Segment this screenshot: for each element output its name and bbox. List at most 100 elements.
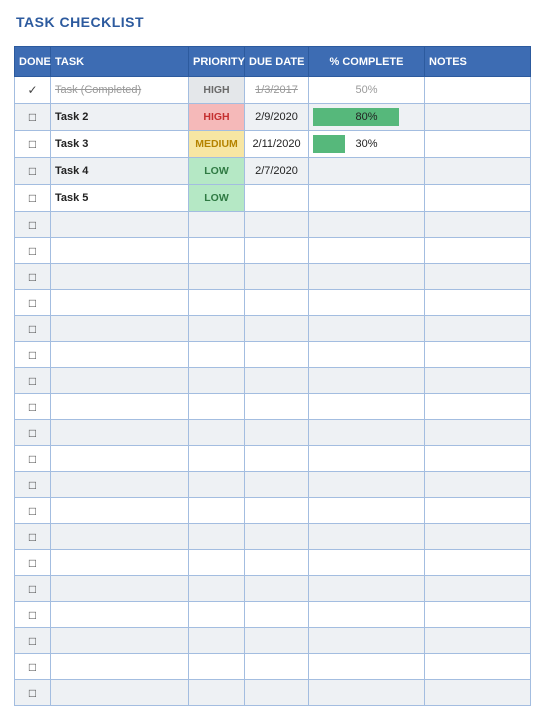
due-date-cell[interactable] (245, 238, 309, 264)
done-checkbox[interactable]: □ (15, 602, 51, 628)
notes-cell[interactable] (425, 131, 531, 158)
done-checkbox[interactable]: □ (15, 131, 51, 158)
priority-cell[interactable]: MEDIUM (189, 131, 245, 158)
due-date-cell[interactable] (245, 472, 309, 498)
percent-complete-cell[interactable] (309, 498, 425, 524)
priority-cell[interactable] (189, 420, 245, 446)
due-date-cell[interactable] (245, 185, 309, 212)
percent-complete-cell[interactable] (309, 264, 425, 290)
notes-cell[interactable] (425, 238, 531, 264)
notes-cell[interactable] (425, 394, 531, 420)
priority-cell[interactable] (189, 290, 245, 316)
due-date-cell[interactable] (245, 316, 309, 342)
done-checkbox[interactable]: □ (15, 316, 51, 342)
percent-complete-cell[interactable] (309, 472, 425, 498)
priority-cell[interactable] (189, 212, 245, 238)
notes-cell[interactable] (425, 654, 531, 680)
done-checkbox[interactable]: □ (15, 158, 51, 185)
due-date-cell[interactable] (245, 602, 309, 628)
notes-cell[interactable] (425, 316, 531, 342)
notes-cell[interactable] (425, 628, 531, 654)
percent-complete-cell[interactable] (309, 290, 425, 316)
percent-complete-cell[interactable] (309, 576, 425, 602)
priority-cell[interactable] (189, 238, 245, 264)
priority-cell[interactable] (189, 342, 245, 368)
priority-cell[interactable] (189, 368, 245, 394)
done-checkbox[interactable]: □ (15, 212, 51, 238)
notes-cell[interactable] (425, 576, 531, 602)
percent-complete-cell[interactable]: 80% (309, 104, 425, 131)
done-checkbox[interactable]: □ (15, 576, 51, 602)
notes-cell[interactable] (425, 550, 531, 576)
percent-complete-cell[interactable] (309, 446, 425, 472)
due-date-cell[interactable] (245, 498, 309, 524)
done-checkbox[interactable]: □ (15, 498, 51, 524)
notes-cell[interactable] (425, 158, 531, 185)
percent-complete-cell[interactable] (309, 394, 425, 420)
task-name-cell[interactable] (51, 654, 189, 680)
priority-cell[interactable]: HIGH (189, 104, 245, 131)
task-name-cell[interactable] (51, 472, 189, 498)
priority-cell[interactable] (189, 316, 245, 342)
percent-complete-cell[interactable] (309, 316, 425, 342)
task-name-cell[interactable]: Task (Completed) (51, 77, 189, 104)
percent-complete-cell[interactable] (309, 680, 425, 706)
priority-cell[interactable] (189, 602, 245, 628)
percent-complete-cell[interactable] (309, 212, 425, 238)
notes-cell[interactable] (425, 602, 531, 628)
notes-cell[interactable] (425, 524, 531, 550)
priority-cell[interactable] (189, 446, 245, 472)
percent-complete-cell[interactable] (309, 524, 425, 550)
task-name-cell[interactable] (51, 680, 189, 706)
due-date-cell[interactable] (245, 290, 309, 316)
percent-complete-cell[interactable] (309, 368, 425, 394)
notes-cell[interactable] (425, 212, 531, 238)
task-name-cell[interactable] (51, 238, 189, 264)
task-name-cell[interactable] (51, 290, 189, 316)
task-name-cell[interactable]: Task 2 (51, 104, 189, 131)
notes-cell[interactable] (425, 104, 531, 131)
due-date-cell[interactable] (245, 524, 309, 550)
done-checkbox[interactable]: □ (15, 420, 51, 446)
due-date-cell[interactable]: 1/3/2017 (245, 77, 309, 104)
notes-cell[interactable] (425, 342, 531, 368)
priority-cell[interactable]: LOW (189, 158, 245, 185)
priority-cell[interactable]: HIGH (189, 77, 245, 104)
due-date-cell[interactable] (245, 446, 309, 472)
priority-cell[interactable] (189, 550, 245, 576)
percent-complete-cell[interactable]: 50% (309, 77, 425, 104)
percent-complete-cell[interactable] (309, 420, 425, 446)
task-name-cell[interactable] (51, 212, 189, 238)
task-name-cell[interactable] (51, 498, 189, 524)
done-checkbox[interactable]: ✓ (15, 77, 51, 104)
due-date-cell[interactable] (245, 368, 309, 394)
notes-cell[interactable] (425, 264, 531, 290)
percent-complete-cell[interactable] (309, 238, 425, 264)
priority-cell[interactable] (189, 524, 245, 550)
task-name-cell[interactable] (51, 420, 189, 446)
due-date-cell[interactable] (245, 680, 309, 706)
notes-cell[interactable] (425, 420, 531, 446)
task-name-cell[interactable] (51, 524, 189, 550)
due-date-cell[interactable]: 2/11/2020 (245, 131, 309, 158)
due-date-cell[interactable] (245, 394, 309, 420)
task-name-cell[interactable] (51, 316, 189, 342)
percent-complete-cell[interactable] (309, 654, 425, 680)
done-checkbox[interactable]: □ (15, 104, 51, 131)
priority-cell[interactable] (189, 472, 245, 498)
done-checkbox[interactable]: □ (15, 238, 51, 264)
notes-cell[interactable] (425, 368, 531, 394)
done-checkbox[interactable]: □ (15, 628, 51, 654)
done-checkbox[interactable]: □ (15, 680, 51, 706)
priority-cell[interactable] (189, 654, 245, 680)
priority-cell[interactable] (189, 576, 245, 602)
task-name-cell[interactable] (51, 394, 189, 420)
due-date-cell[interactable] (245, 212, 309, 238)
due-date-cell[interactable] (245, 264, 309, 290)
notes-cell[interactable] (425, 77, 531, 104)
notes-cell[interactable] (425, 446, 531, 472)
due-date-cell[interactable] (245, 576, 309, 602)
priority-cell[interactable]: LOW (189, 185, 245, 212)
priority-cell[interactable] (189, 628, 245, 654)
priority-cell[interactable] (189, 680, 245, 706)
